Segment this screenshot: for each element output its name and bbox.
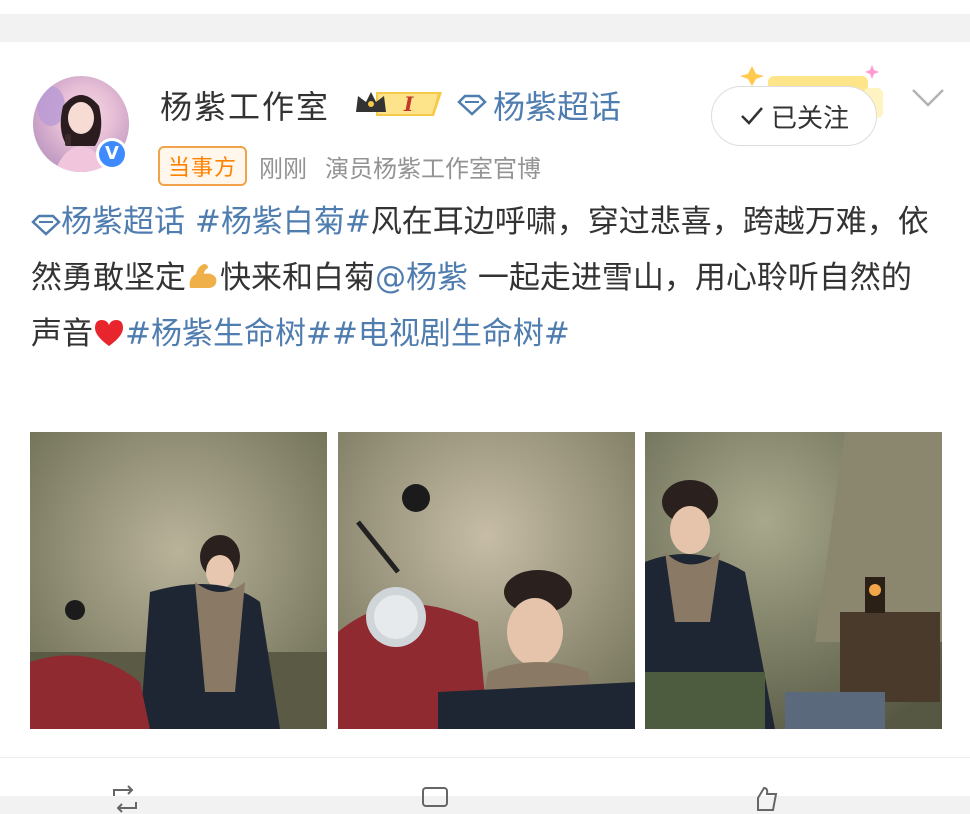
comment-icon: [422, 787, 448, 807]
content-text: 快来和白菊: [220, 260, 375, 296]
comment-button[interactable]: [420, 784, 450, 814]
repost-button[interactable]: [110, 784, 140, 814]
thumbs-up-icon: [757, 786, 778, 811]
supertopic-diamond-icon: [457, 94, 487, 116]
supertopic-diamond-icon: [31, 214, 61, 236]
post-image-2[interactable]: [338, 432, 635, 729]
party-tag: 当事方: [158, 146, 248, 186]
post-source: 演员杨紫工作室官博: [325, 154, 542, 183]
post-content: 杨紫超话 #杨紫白菊#风在耳边呼啸，穿过悲喜，跨越万难，依然勇敢坚定 快来和白菊@…: [31, 194, 931, 362]
content-supertopic-link[interactable]: 杨紫超话: [31, 204, 185, 240]
post-time: 刚刚: [259, 154, 308, 183]
post-image-3[interactable]: [645, 432, 942, 729]
svg-text:I: I: [403, 92, 414, 116]
verified-badge: V: [96, 138, 128, 170]
hashtag-link[interactable]: #杨紫生命树#: [125, 316, 332, 352]
post-meta: 当事方 刚刚 演员杨紫工作室官博: [158, 146, 541, 186]
flexed-biceps-icon: [189, 264, 217, 288]
chevron-down-icon[interactable]: [910, 86, 946, 110]
hashtag-link[interactable]: #杨紫白菊#: [195, 204, 371, 240]
weibo-post-card: V 杨紫工作室 I 杨紫超话 已关注 当事方 刚刚 演员杨紫工作室官博 杨紫超话…: [0, 42, 970, 813]
supertopic-label: 杨紫超话: [493, 88, 622, 126]
checkmark-icon: [741, 107, 763, 125]
post-image-1[interactable]: [30, 432, 327, 729]
follow-button-label: 已关注: [770, 103, 849, 134]
red-heart-icon: [95, 320, 123, 346]
post-action-bar: [0, 757, 970, 813]
previous-card-edge: [0, 0, 970, 14]
like-button[interactable]: [750, 784, 780, 814]
hashtag-link[interactable]: #电视剧生命树#: [332, 316, 570, 352]
verified-check-icon: V: [99, 141, 125, 167]
vip-crown-badge-icon[interactable]: I: [352, 86, 446, 120]
author-name[interactable]: 杨紫工作室: [160, 82, 330, 128]
content-supertopic-label: 杨紫超话: [61, 204, 185, 240]
follow-button[interactable]: 已关注: [711, 86, 877, 146]
repost-icon: [113, 785, 137, 813]
mention-link[interactable]: @杨紫: [375, 260, 468, 296]
author-supertopic-link[interactable]: 杨紫超话: [457, 82, 621, 128]
